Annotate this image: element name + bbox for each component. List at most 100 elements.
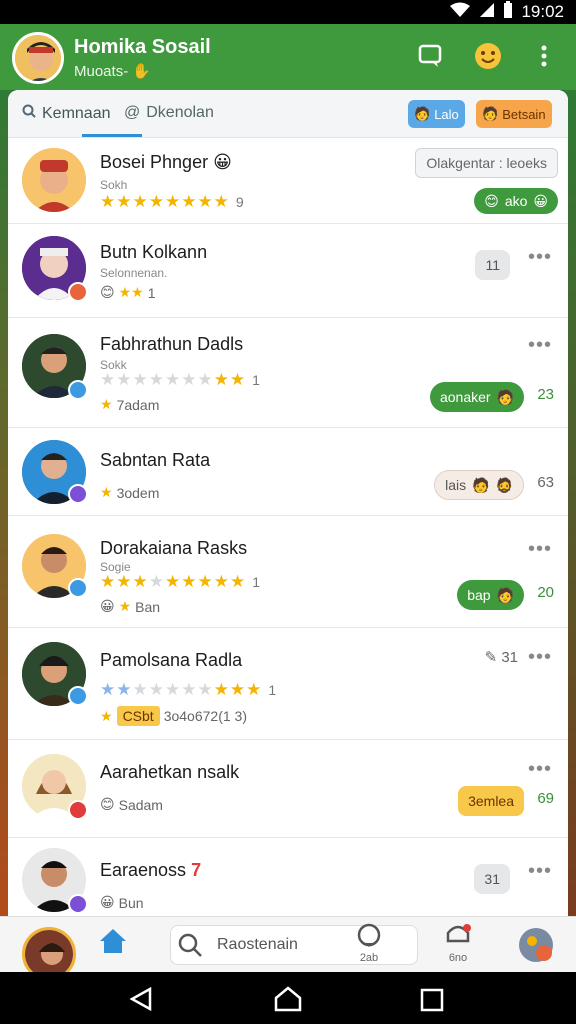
more-icon[interactable]: ••• <box>528 334 552 357</box>
contact-name: Bosei Phnger 😀 <box>100 152 232 172</box>
search-icon <box>22 104 36 123</box>
face-icon: 🧑 <box>414 106 431 121</box>
contact-row[interactable]: Aarahetkan nsalk 😊 Sadam 3emlea 69 ••• <box>8 740 568 838</box>
verified-badge-icon <box>68 686 88 706</box>
count-badge[interactable]: 11 <box>475 250 510 280</box>
app-subtitle: Muoats- ✋ <box>74 63 152 80</box>
emoji-icon: 😀 <box>100 598 115 614</box>
emoji-icon: 😊 <box>484 192 499 209</box>
tag-lalo[interactable]: 🧑 Lalo <box>408 100 465 128</box>
status-pill[interactable]: aonaker 🧑 <box>429 382 524 412</box>
tab-dkenolan[interactable]: @ Dkenolan <box>124 104 214 122</box>
profile-avatar[interactable] <box>12 32 64 84</box>
more-icon[interactable]: ••• <box>528 646 552 669</box>
contact-meta: ★ CSbt 3o4o672(1 3) <box>100 706 247 726</box>
contact-row[interactable]: Butn Kolkann Selonnenan. 😊 ★★ 1 11 ••• <box>8 224 568 318</box>
contact-name: Earaenoss 7 <box>100 860 202 880</box>
alert-badge-icon <box>68 800 88 820</box>
nav-6no[interactable]: 6no <box>444 923 472 964</box>
tab-bar: Kemnaan @ Dkenolan 🧑 Lalo 🧑 Betsain <box>8 90 568 138</box>
status-time: 19:02 <box>521 2 564 21</box>
verified-badge-icon <box>68 380 88 400</box>
contact-row[interactable]: Earaenoss 7 😀 Bun 31 ••• <box>8 838 568 916</box>
rating-stars: ★★★★★★★★ 9 <box>100 192 244 211</box>
tag-betsain[interactable]: 🧑 Betsain <box>476 100 552 128</box>
side-count: 20 <box>537 584 554 601</box>
star-icon: ★ <box>100 707 113 724</box>
contact-row[interactable]: Bosei Phnger 😀 Sokh ★★★★★★★★ 9 Olakgentar… <box>8 138 568 224</box>
side-label: ✎ 31 <box>484 649 518 666</box>
rating-stars: ★★★★★★★★★★ 1 <box>100 680 277 699</box>
more-icon[interactable]: ••• <box>528 758 552 781</box>
more-icon[interactable]: ••• <box>528 860 552 883</box>
emoji-button[interactable] <box>472 40 504 72</box>
emoji-icon: 😀 <box>100 894 115 910</box>
battery-icon <box>503 0 513 24</box>
contact-row[interactable]: Fabhrathun Dadls Sokk ★★★★★★★★★ 1 ★ 7adam… <box>8 318 568 428</box>
emoji-icon: 😀 <box>213 152 232 172</box>
rating-stars: ★★★★★★★★★ 1 <box>100 572 260 591</box>
contact-name: Sabntan Rata <box>100 450 211 470</box>
contact-subtitle: Selonnenan. <box>100 266 168 280</box>
message-input[interactable]: Olakgentar : leoeks <box>415 148 558 178</box>
back-icon[interactable] <box>128 986 154 1017</box>
at-icon: @ <box>124 104 141 121</box>
contact-name: Fabhrathun Dadls <box>100 334 244 354</box>
wave-icon: ✋ <box>132 63 152 80</box>
verified-badge-icon <box>68 484 88 504</box>
verified-badge-icon <box>68 894 88 914</box>
recents-icon[interactable] <box>420 988 444 1017</box>
signal-icon <box>479 2 495 23</box>
star-icon: ★ <box>100 396 113 412</box>
edit-badge-icon <box>68 282 88 302</box>
home-button[interactable] <box>98 927 128 958</box>
chat-button[interactable] <box>414 40 446 72</box>
wifi-icon <box>449 2 471 23</box>
side-count: 69 <box>537 790 554 807</box>
contact-meta: 😊 Sadam <box>100 796 163 813</box>
app-header: Homika Sosail Muoats- ✋ <box>0 24 576 90</box>
home-nav-icon[interactable] <box>274 986 302 1017</box>
emoji-icon: 😀 <box>533 192 548 209</box>
contact-avatar[interactable] <box>22 148 86 212</box>
contact-name: Aarahetkan nsalk <box>100 762 240 782</box>
nav-2ab[interactable]: 2ab <box>356 923 382 964</box>
settings-button[interactable] <box>516 925 556 968</box>
tab-kemnaan[interactable]: Kemnaan <box>22 104 111 123</box>
face-icon: 🧔 <box>495 476 513 493</box>
verified-badge-icon <box>68 578 88 598</box>
contact-meta: 😊 ★★ 1 <box>100 284 156 301</box>
side-count: 23 <box>537 386 554 403</box>
face-icon: 🧑 <box>482 106 499 121</box>
highlight-tag: CSbt <box>116 706 160 726</box>
status-bar: 19:02 <box>0 0 576 24</box>
face-icon: 🧑 <box>496 388 514 405</box>
rating-stars: ★★★★★★★★★ 1 <box>100 370 260 389</box>
star-icon: ★ <box>100 484 113 500</box>
star-icon: ★★ <box>118 284 144 300</box>
contact-meta: ★ 7adam <box>100 396 160 413</box>
more-menu-button[interactable] <box>528 40 560 72</box>
system-navigation <box>0 972 576 1024</box>
search-icon <box>177 932 203 963</box>
star-icon: ★ <box>118 598 132 614</box>
more-icon[interactable]: ••• <box>528 246 552 269</box>
contact-row[interactable]: Sabntan Rata ★ 3odem lais 🧑 🧔 63 <box>8 428 568 516</box>
face-icon: 🧑 <box>496 586 514 603</box>
contact-subtitle: Sokh <box>100 178 128 192</box>
bottom-navigation: Raostenain 2ab 6no <box>0 916 576 981</box>
face-icon: 🧑 <box>472 476 490 493</box>
contact-name: Butn Kolkann <box>100 242 208 262</box>
contact-row[interactable]: Pamolsana Radla ★★★★★★★★★★ 1 ★ CSbt 3o4o6… <box>8 628 568 740</box>
edit-icon: ✎ <box>484 649 498 666</box>
status-pill[interactable]: 😊 ako 😀 <box>474 188 558 214</box>
contact-meta: 😀 Bun <box>100 894 144 911</box>
contact-meta: ★ 3odem <box>100 484 160 501</box>
contact-row[interactable]: Dorakaiana Rasks Sogie ★★★★★★★★★ 1 😀 ★ Ba… <box>8 516 568 628</box>
count-badge[interactable]: 31 <box>474 864 510 894</box>
status-pill[interactable]: bap 🧑 <box>457 580 524 610</box>
more-icon[interactable]: ••• <box>528 538 552 561</box>
contacts-panel: Kemnaan @ Dkenolan 🧑 Lalo 🧑 Betsain Bose… <box>8 90 568 916</box>
status-pill[interactable]: 3emlea <box>458 786 524 816</box>
status-pill[interactable]: lais 🧑 🧔 <box>434 470 524 500</box>
